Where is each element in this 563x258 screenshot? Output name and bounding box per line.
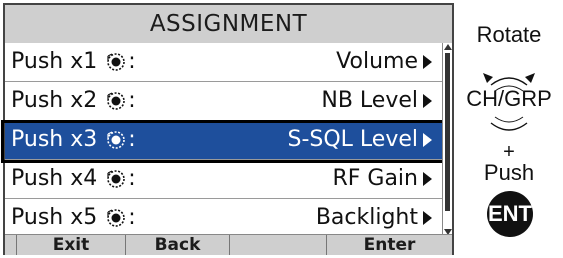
knob-icon (107, 130, 126, 149)
menu-row-label: Push x3 (11, 127, 98, 152)
menu-row-value: S-SQL Level (287, 127, 418, 152)
knob-icon (107, 208, 126, 227)
right-triangle-icon (423, 54, 432, 69)
softkey-bar: Exit Back Enter (5, 234, 452, 255)
scroll-up-arrow-icon[interactable] (444, 44, 452, 50)
right-triangle-icon (423, 132, 432, 147)
right-triangle-icon (423, 93, 432, 108)
right-triangle-icon (423, 171, 432, 186)
scrollbar[interactable] (442, 43, 452, 237)
menu-row-colon: : (128, 166, 136, 191)
menu-row-push-x5[interactable]: Push x5 : Backlight (5, 199, 442, 238)
right-triangle-icon (423, 210, 432, 225)
menu-row-push-x4[interactable]: Push x4 : RF Gain (5, 160, 442, 199)
knob-icon (107, 169, 126, 188)
exit-softkey[interactable]: Exit (17, 235, 126, 255)
assignment-menu: Push x1 : Volume Push x2: NB Level Push… (5, 43, 442, 238)
ent-key[interactable]: ENT (487, 191, 533, 237)
menu-row-colon: : (128, 127, 136, 152)
softkey-blank-left (5, 235, 17, 255)
radio-lcd-screen: ASSIGNMENT Push x1 : Volume Push x2: NB… (1, 3, 454, 255)
menu-row-label: Push x1 (11, 49, 98, 74)
menu-row-label: Push x5 (11, 205, 98, 230)
menu-row-value: RF Gain (332, 166, 418, 191)
ch-grp-label: CH/GRP (466, 86, 552, 111)
back-softkey[interactable]: Back (126, 235, 230, 255)
menu-row-colon: : (128, 49, 136, 74)
enter-softkey[interactable]: Enter (327, 235, 452, 255)
scroll-thumb[interactable] (445, 53, 450, 211)
operation-instruction: Rotate CH/GRP + Push ENT (455, 0, 563, 258)
menu-row-label: Push x2 (11, 88, 98, 113)
menu-row-value: NB Level (321, 88, 418, 113)
menu-row-value: Backlight (315, 205, 418, 230)
menu-row-label: Push x4 (11, 166, 98, 191)
menu-row-colon: : (128, 205, 136, 230)
menu-row-push-x2[interactable]: Push x2 : NB Level (5, 82, 442, 121)
menu-row-push-x1[interactable]: Push x1 : Volume (5, 43, 442, 82)
menu-row-colon: : (128, 88, 136, 113)
screen-title: ASSIGNMENT (5, 5, 452, 43)
knob-icon (107, 91, 126, 110)
softkey-blank (230, 235, 327, 255)
menu-row-value: Volume (336, 49, 418, 74)
knob-icon (107, 52, 126, 71)
push-label: Push (483, 160, 535, 185)
menu-row-push-x3[interactable]: Push x3 : S-SQL Level (5, 121, 442, 160)
rotate-label: Rotate (476, 22, 542, 47)
